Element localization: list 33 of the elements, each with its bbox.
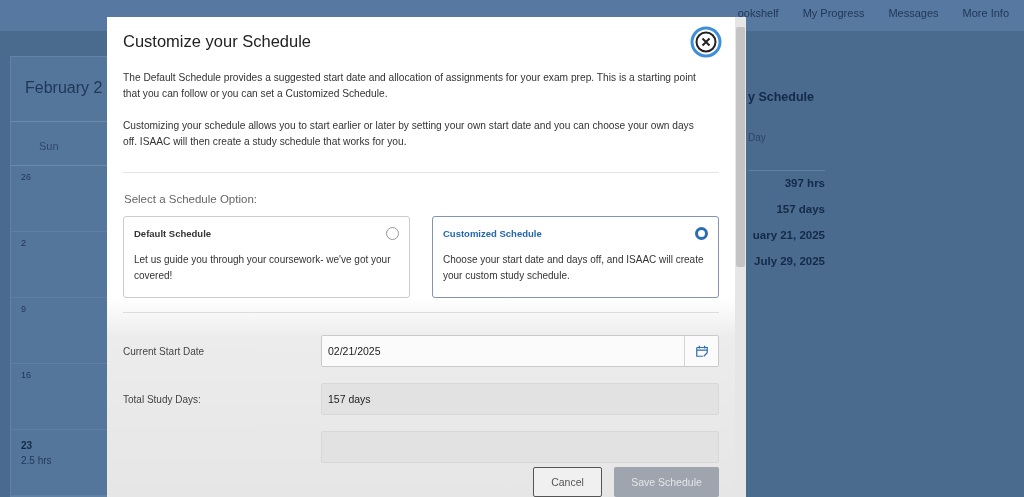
calendar-icon	[694, 344, 709, 358]
schedule-option-card[interactable]: Default Schedule Let us guide you through your coursework- we've got your covered!	[123, 216, 410, 298]
scrollbar[interactable]	[735, 17, 746, 497]
study-hours: 2.5 hrs	[21, 455, 53, 466]
field-label: Total Study Days:	[123, 393, 201, 405]
description-text: The Default Schedule provides a suggested start date and allocation of assignments for your exam prep. This is a starting point that you can follow or you can set a Customized Schedule.	[123, 71, 697, 101]
option-title: Customized Schedule	[443, 228, 542, 239]
summary-value: uary 21, 2025	[752, 229, 825, 241]
section-label: Select a Schedule Option:	[123, 192, 258, 207]
summary-value: 397 hrs	[784, 177, 825, 189]
day-number: 16	[21, 370, 32, 380]
nav-link[interactable]: Messages	[888, 6, 939, 19]
panel-title: y Schedule	[748, 90, 815, 106]
summary-value: July 29, 2025	[754, 255, 825, 267]
nav-link[interactable]: More Info	[962, 6, 1009, 19]
day-number: 23	[21, 440, 34, 451]
option-description: Choose your start date and days off, and ISAAC will create your custom study schedule.	[443, 253, 705, 283]
option-description: Let us guide you through your coursework- we've got your covered!	[134, 253, 392, 283]
day-number: 26	[21, 172, 32, 182]
input-field: 157 days	[321, 383, 719, 415]
nav-link[interactable]: ookshelf	[737, 6, 779, 19]
day-number: 2	[21, 238, 27, 248]
day-number: 9	[21, 304, 27, 314]
field-label: Current Start Date	[123, 345, 205, 357]
summary-value: 157 days	[776, 203, 825, 215]
dialog-title: Customize your Schedule	[123, 32, 311, 51]
input-field[interactable]: 02/21/2025	[321, 335, 719, 367]
option-title: Default Schedule	[134, 228, 212, 239]
radio-button[interactable]	[695, 227, 708, 240]
nav-link[interactable]: My Progress	[802, 6, 865, 19]
close-icon[interactable]	[690, 25, 722, 58]
cancel-button[interactable]: Cancel	[533, 467, 602, 497]
description-text: Customizing your schedule allows you to start earlier or later by setting your own start date and you can choose your own days off. ISAAC will then create a study schedule that works for you.	[123, 119, 695, 149]
